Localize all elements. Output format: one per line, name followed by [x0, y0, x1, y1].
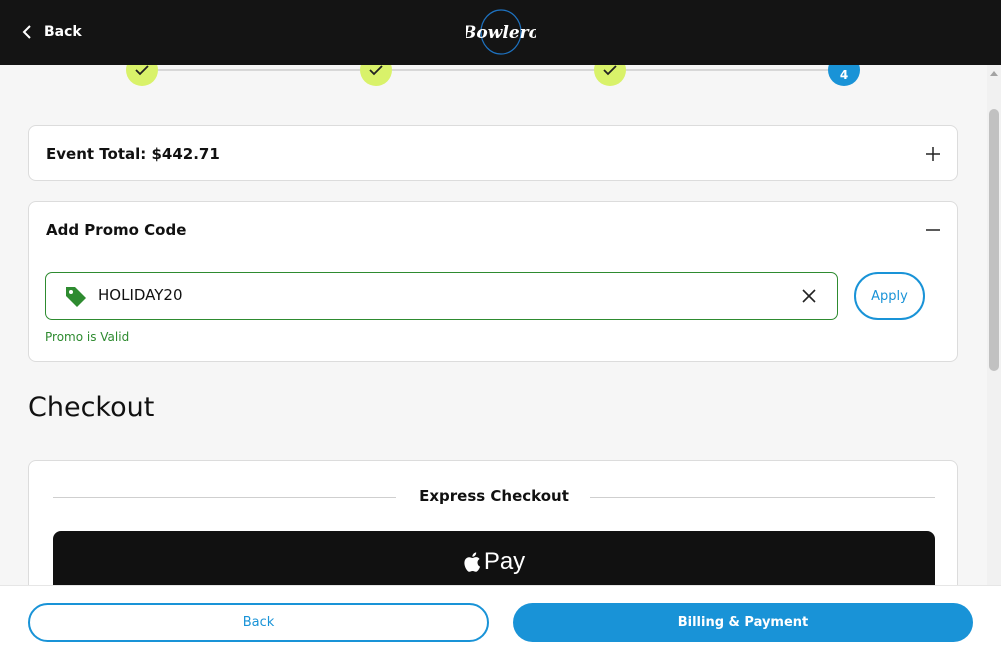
express-checkout-divider: Express Checkout [53, 487, 935, 507]
apply-promo-button[interactable]: Apply [854, 272, 925, 320]
express-checkout-card: Express Checkout Pay [28, 460, 958, 585]
scrollbar-thumb[interactable] [989, 109, 999, 371]
promo-code-input[interactable] [98, 286, 778, 304]
bowlero-logo[interactable]: Bowlero [461, 8, 540, 56]
apple-pay-text: Pay [483, 548, 526, 575]
step-connector [158, 69, 360, 71]
promo-status-text: Promo is Valid [45, 330, 130, 344]
check-icon [369, 65, 383, 76]
apple-logo-icon [464, 552, 480, 572]
step-connector [626, 69, 828, 71]
minus-icon[interactable] [925, 222, 941, 238]
check-icon [135, 65, 149, 76]
checkout-heading: Checkout [28, 392, 155, 423]
logo-text: Bowlero [466, 23, 536, 43]
chevron-left-icon [22, 25, 31, 39]
top-header: Back Bowlero [0, 0, 1001, 65]
check-icon [603, 65, 617, 76]
promo-code-card: Add Promo Code Apply Promo is Valid [28, 201, 958, 362]
progress-stepper: 4 [126, 65, 860, 86]
vertical-scrollbar[interactable] [987, 65, 1001, 585]
header-back-label: Back [44, 24, 82, 40]
step-4-label: 4 [839, 68, 849, 82]
close-icon[interactable] [801, 288, 817, 304]
event-total-title: Event Total: $442.71 [46, 145, 220, 163]
step-connector [392, 69, 594, 71]
step-1 [126, 65, 158, 86]
plus-icon[interactable] [925, 146, 941, 162]
event-total-card[interactable]: Event Total: $442.71 [28, 125, 958, 181]
bowlero-logo-icon: Bowlero [461, 9, 540, 55]
apple-pay-button[interactable]: Pay [53, 531, 935, 585]
content-area[interactable]: 4 Event Total: $442.71 Add Promo Code Ap [0, 65, 987, 585]
billing-payment-button[interactable]: Billing & Payment [513, 603, 973, 642]
scroll-up-arrow-icon[interactable] [990, 71, 998, 76]
back-button[interactable]: Back [28, 603, 489, 642]
promo-code-title: Add Promo Code [46, 221, 187, 239]
step-4: 4 [828, 65, 860, 86]
footer-action-bar: Back Billing & Payment [0, 585, 1001, 657]
step-3 [594, 65, 626, 86]
tag-icon [66, 287, 86, 307]
express-checkout-label: Express Checkout [419, 487, 569, 505]
header-back-link[interactable]: Back [22, 20, 82, 44]
step-2 [360, 65, 392, 86]
promo-code-field[interactable] [45, 272, 838, 320]
